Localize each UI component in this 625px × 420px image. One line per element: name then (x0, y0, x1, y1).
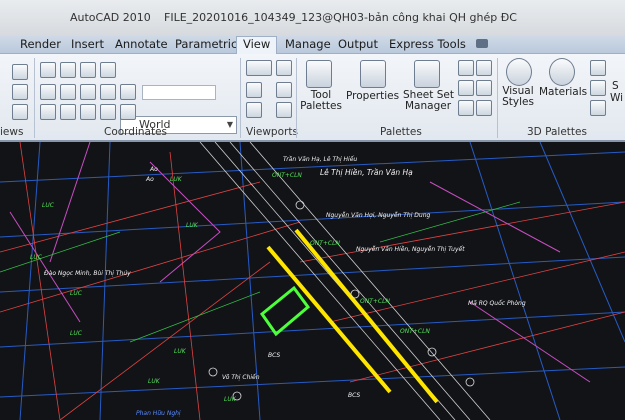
ucs-face-icon[interactable] (100, 62, 116, 78)
tab-insert[interactable]: Insert (71, 37, 104, 52)
ribbon-tab-bar: Render Insert Annotate Parametric View M… (0, 36, 625, 54)
chevron-down-icon: ▼ (226, 120, 233, 129)
cad-linework (0, 142, 625, 420)
owner-label: Võ Thị Chiến (222, 374, 260, 381)
viewports-panel-label: Viewports (246, 126, 298, 138)
bcs-label: BCS (348, 392, 361, 399)
materials-button[interactable]: Materials (539, 86, 587, 98)
materials-icon[interactable] (549, 58, 575, 86)
bcs-label: BCS (268, 352, 281, 359)
zoning-label: LUK (186, 222, 198, 229)
viewport-restore-icon[interactable] (246, 102, 262, 118)
zoning-label: ONT+CLN (400, 328, 430, 335)
title-bar: AutoCAD 2010 FILE_20201016_104349_123@QH… (0, 0, 625, 36)
ucs-previous-icon[interactable] (80, 62, 96, 78)
tab-annotate[interactable]: Annotate (115, 37, 168, 52)
minimize-ribbon-icon[interactable] (476, 39, 488, 48)
land-type-label: Ao (146, 176, 154, 183)
zoning-label: LUC (30, 254, 42, 261)
ucs-named-dropdown[interactable] (142, 85, 216, 100)
properties-button[interactable]: Properties (346, 90, 399, 102)
tool-palettes-icon[interactable] (306, 60, 332, 88)
owner-label: Phan Hữu Nghị (136, 410, 181, 417)
tab-manage[interactable]: Manage (285, 37, 331, 52)
ucs-object-icon[interactable] (60, 104, 76, 120)
panel-separator (296, 58, 297, 138)
zoning-label: LUK (174, 348, 186, 355)
render-icon[interactable] (590, 100, 606, 116)
ucs-3point-icon[interactable] (80, 84, 96, 100)
ucs-x-icon[interactable] (100, 84, 116, 100)
sheet-set-icon[interactable] (414, 60, 440, 88)
partial-button-wi[interactable]: Wi (610, 92, 623, 104)
properties-icon[interactable] (360, 60, 386, 88)
ucs-y-icon[interactable] (120, 84, 136, 100)
tab-parametric[interactable]: Parametric (175, 37, 237, 52)
autocad-window: AutoCAD 2010 FILE_20201016_104349_123@QH… (0, 0, 625, 420)
sheet-set-manager-button[interactable]: Sheet Set Manager (403, 90, 454, 112)
visual-styles-icon[interactable] (506, 58, 532, 86)
palette-small-icon[interactable] (458, 100, 474, 116)
viewport-polygon-icon[interactable] (276, 102, 292, 118)
ribbon-panel-area: iews World ▼ Coordinates Viewports Tool … (0, 54, 625, 142)
zoning-label: LUK (170, 176, 182, 183)
lights-icon[interactable] (590, 60, 606, 76)
ucs-z-icon[interactable] (80, 104, 96, 120)
ucs-origin-icon[interactable] (40, 84, 56, 100)
app-title: AutoCAD 2010 (70, 11, 151, 24)
tool-palettes-button[interactable]: Tool Palettes (299, 90, 343, 112)
zoning-label: ONT+CLN (360, 298, 390, 305)
views-panel-label: iews (0, 126, 24, 138)
panel-separator (240, 58, 241, 138)
zoning-label: LUK (148, 378, 160, 385)
pan-icon[interactable] (12, 84, 28, 100)
zoning-label: LUK (224, 396, 236, 403)
owner-label: Đào Ngọc Minh, Bùi Thị Thủy (44, 270, 131, 277)
owner-label: Nguyễn Văn Hiền, Nguyễn Thị Tuyết (356, 246, 465, 253)
palettes-panel-label: Palettes (380, 126, 422, 138)
palette-small-icon[interactable] (476, 100, 492, 116)
zoom-icon[interactable] (12, 64, 28, 80)
owner-label: Trần Văn Hạ, Lê Thị Hiếu (283, 156, 358, 163)
visual-styles-button[interactable]: Visual Styles (500, 86, 536, 108)
ucs-world-icon[interactable] (60, 62, 76, 78)
zoning-label: ONT+CLN (310, 240, 340, 247)
drawing-canvas[interactable]: Trần Văn Hạ, Lê Thị Hiếu ONT+CLN Lê Thị … (0, 142, 625, 420)
panel-separator (497, 58, 498, 138)
tab-express-tools[interactable]: Express Tools (389, 37, 466, 52)
panel-separator (34, 58, 35, 138)
viewport-join-icon[interactable] (246, 82, 262, 98)
ucs-icon-settings-icon[interactable] (120, 104, 136, 120)
zoning-label: LUC (70, 330, 82, 337)
orbit-icon[interactable] (12, 104, 28, 120)
ucs-apply-icon[interactable] (100, 104, 116, 120)
zoning-label: LUC (70, 290, 82, 297)
coordinates-panel-label: Coordinates (104, 126, 168, 138)
viewport-config-icon[interactable] (246, 60, 272, 76)
3d-palettes-panel-label: 3D Palettes (527, 126, 587, 138)
zone-name-label: Mã RQ Quốc Phòng (468, 300, 526, 307)
partial-button-s[interactable]: S (612, 80, 619, 92)
file-title: FILE_20201016_104349_123@QH03-bản công k… (164, 11, 517, 24)
named-viewports-icon[interactable] (276, 60, 292, 76)
palette-small-icon[interactable] (458, 60, 474, 76)
palette-small-icon[interactable] (476, 60, 492, 76)
tab-output[interactable]: Output (338, 37, 378, 52)
owner-label: Lê Thị Hiền, Trần Văn Hạ (320, 168, 413, 177)
tab-view[interactable]: View (236, 36, 278, 54)
zoning-label: LUC (42, 202, 54, 209)
owner-label: Nguyễn Văn Hợi, Nguyễn Thị Dung (326, 212, 431, 219)
viewport-clip-icon[interactable] (276, 82, 292, 98)
sun-icon[interactable] (590, 80, 606, 96)
ucs-view-icon[interactable] (40, 104, 56, 120)
palette-small-icon[interactable] (458, 80, 474, 96)
tab-render[interactable]: Render (20, 37, 61, 52)
zoning-label: ONT+CLN (272, 172, 302, 179)
land-type-label: Ao (150, 166, 158, 173)
ucs-zaxis-icon[interactable] (60, 84, 76, 100)
palette-small-icon[interactable] (476, 80, 492, 96)
ucs-icon[interactable] (40, 62, 56, 78)
